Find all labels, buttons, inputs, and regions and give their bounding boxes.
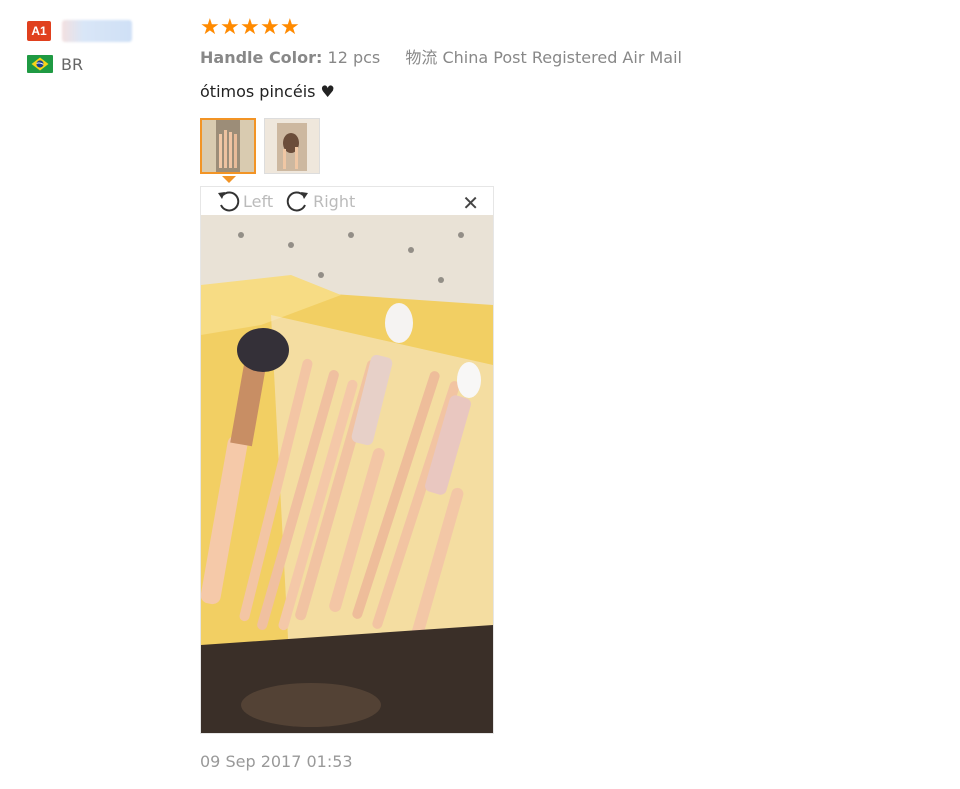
rotate-right-icon [286, 191, 309, 212]
logistics-label: 物流 [405, 48, 438, 67]
logistics-value: China Post Registered Air Mail [442, 48, 682, 67]
review-photo [201, 215, 493, 733]
order-attributes: Handle Color: 12 pcs 物流 China Post Regis… [200, 46, 920, 70]
handle-color-value: 12 pcs [327, 48, 381, 67]
reviewer-info: A1 BR [27, 20, 167, 74]
rotate-left-icon [218, 191, 240, 212]
star-icon: ★ [240, 15, 260, 40]
photo-thumbnails [200, 118, 920, 183]
viewer-toolbar: Left Right ✕ [201, 187, 493, 215]
handle-color-label: Handle Color: [200, 48, 323, 67]
rotate-left-label: Left [243, 191, 274, 211]
active-thumb-pointer [222, 176, 236, 183]
star-icon: ★ [220, 15, 240, 40]
reviewer-row: A1 [27, 20, 167, 42]
country-code: BR [61, 54, 84, 74]
star-icon: ★ [200, 15, 220, 40]
review-comment: ótimos pincéis ♥ [200, 82, 335, 101]
star-rating: ★★★★★ [200, 14, 920, 42]
close-viewer-button[interactable]: ✕ [462, 191, 479, 215]
thumbnail-photo-2[interactable] [264, 118, 320, 174]
star-icon: ★ [280, 15, 300, 40]
reviewer-name-blurred [62, 20, 133, 42]
level-badge: A1 [27, 21, 51, 41]
rotate-right-button[interactable]: Right [285, 188, 355, 214]
thumbnail-photo-1[interactable] [200, 118, 256, 174]
review-content: ★★★★★ Handle Color: 12 pcs 物流 China Post… [200, 14, 920, 734]
star-icon: ★ [260, 15, 280, 40]
reviewer-country: BR [27, 54, 167, 74]
photo-viewer: Left Right ✕ [200, 186, 494, 734]
review-date: 09 Sep 2017 01:53 [200, 752, 353, 771]
rotate-right-label: Right [313, 191, 356, 211]
rotate-left-button[interactable]: Left [215, 188, 273, 214]
brazil-flag-icon [27, 55, 53, 73]
